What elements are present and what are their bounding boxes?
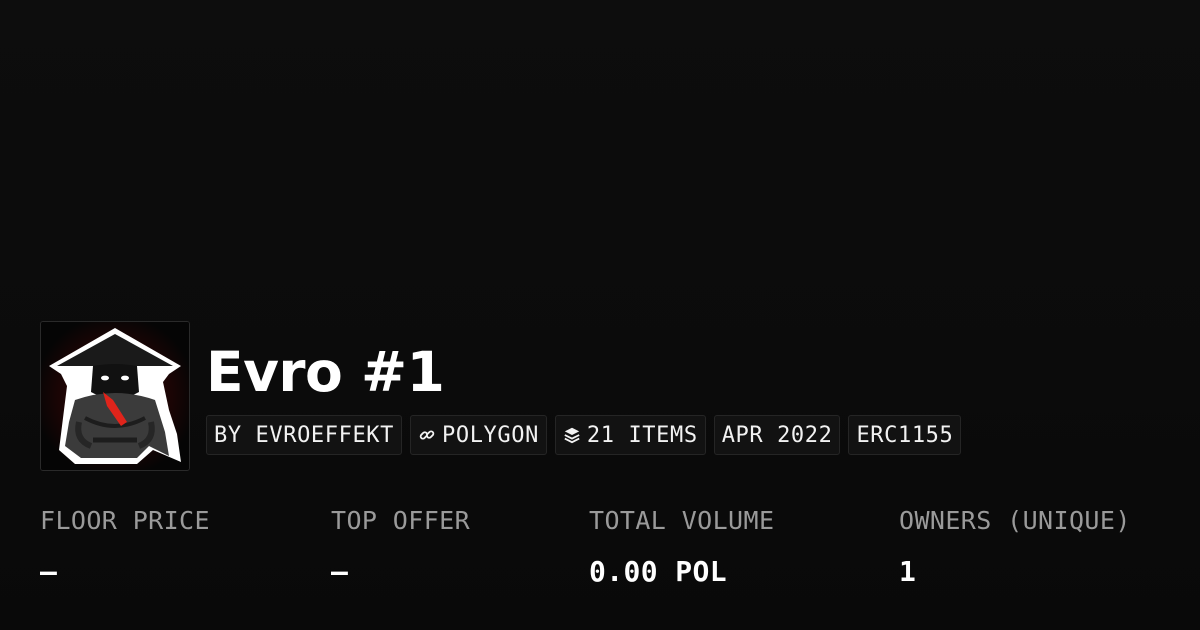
standard-badge: ERC1155: [848, 415, 962, 455]
chain-badge-label: POLYGON: [442, 422, 539, 448]
owners-label: OWNERS (UNIQUE): [899, 506, 1131, 535]
floor-price-label: FLOOR PRICE: [40, 506, 210, 535]
collection-og-card: Evro #1 BY EVROEFFEKT POLYGON 21 ITEMS A…: [0, 0, 1200, 630]
items-badge[interactable]: 21 ITEMS: [554, 415, 706, 455]
collection-avatar: [40, 321, 190, 471]
total-volume-label: TOTAL VOLUME: [589, 506, 775, 535]
ninja-logo-icon: [41, 322, 189, 470]
top-offer-value: –: [331, 555, 349, 588]
link-icon: [418, 426, 436, 444]
collection-badges: BY EVROEFFEKT POLYGON 21 ITEMS APR 2022 …: [206, 415, 962, 455]
layers-icon: [563, 426, 581, 444]
owners-value: 1: [899, 555, 917, 588]
items-badge-label: 21 ITEMS: [586, 422, 698, 448]
collection-title: Evro #1: [206, 340, 445, 404]
floor-price-stat: FLOOR PRICE –: [40, 504, 210, 589]
creator-badge-label: BY EVROEFFEKT: [214, 422, 394, 448]
creator-badge[interactable]: BY EVROEFFEKT: [206, 415, 402, 455]
date-badge-label: APR 2022: [721, 422, 833, 448]
floor-price-value: –: [40, 555, 58, 588]
total-volume-value: 0.00 POL: [589, 555, 728, 588]
total-volume-stat: TOTAL VOLUME 0.00 POL: [589, 504, 774, 589]
top-offer-label: TOP OFFER: [331, 506, 471, 535]
standard-badge-label: ERC1155: [856, 422, 954, 448]
owners-stat: OWNERS (UNIQUE) 1: [899, 504, 1131, 589]
chain-badge[interactable]: POLYGON: [410, 415, 547, 455]
top-offer-stat: TOP OFFER –: [331, 504, 470, 589]
date-badge: APR 2022: [713, 415, 841, 455]
